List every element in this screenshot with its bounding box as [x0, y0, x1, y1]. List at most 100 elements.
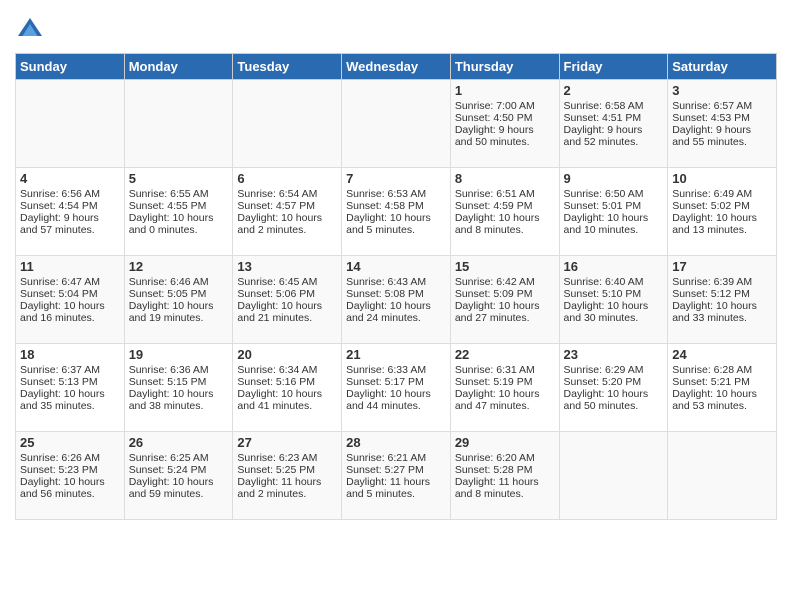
- cell-content-line: and 50 minutes.: [455, 136, 555, 148]
- cell-content-line: and 8 minutes.: [455, 224, 555, 236]
- cell-content-line: Sunset: 5:05 PM: [129, 288, 229, 300]
- calendar-week-row: 18Sunrise: 6:37 AMSunset: 5:13 PMDayligh…: [16, 344, 777, 432]
- cell-content-line: and 33 minutes.: [672, 312, 772, 324]
- calendar-cell: 28Sunrise: 6:21 AMSunset: 5:27 PMDayligh…: [342, 432, 451, 520]
- cell-content-line: Sunrise: 6:31 AM: [455, 364, 555, 376]
- cell-content-line: and 16 minutes.: [20, 312, 120, 324]
- cell-content-line: Sunset: 5:01 PM: [564, 200, 664, 212]
- calendar-header-row: SundayMondayTuesdayWednesdayThursdayFrid…: [16, 54, 777, 80]
- day-number: 1: [455, 83, 555, 98]
- calendar-cell: 18Sunrise: 6:37 AMSunset: 5:13 PMDayligh…: [16, 344, 125, 432]
- cell-content-line: and 57 minutes.: [20, 224, 120, 236]
- calendar-cell: 25 Sunrise: 6:26 AMSunset: 5:23 PMDayligh…: [16, 432, 125, 520]
- calendar-week-row: 25Sunrise: 6:26 AMSunset: 5:23 PMDayligh…: [16, 432, 777, 520]
- day-of-week-header: Thursday: [450, 54, 559, 80]
- calendar-cell: 9Sunrise: 6:50 AMSunset: 5:01 PMDaylight…: [559, 168, 668, 256]
- calendar-cell: 12Sunrise: 6:46 AMSunset: 5:05 PMDayligh…: [124, 256, 233, 344]
- cell-content-line: Sunrise: 6:34 AM: [237, 364, 337, 376]
- cell-content-line: Sunrise: 6:56 AM: [20, 188, 120, 200]
- cell-content-line: Sunset: 5:21 PM: [672, 376, 772, 388]
- cell-content-line: Sunrise: 6:46 AM: [129, 276, 229, 288]
- cell-content-line: and 10 minutes.: [564, 224, 664, 236]
- calendar-week-row: 4Sunrise: 6:56 AMSunset: 4:54 PMDaylight…: [16, 168, 777, 256]
- day-number: 3: [672, 83, 772, 98]
- cell-content-line: Sunrise: 6:33 AM: [346, 364, 446, 376]
- cell-content-line: Sunrise: 6:45 AM: [237, 276, 337, 288]
- cell-content-line: and 5 minutes.: [346, 488, 446, 500]
- cell-content-line: and 38 minutes.: [129, 400, 229, 412]
- cell-content-line: Sunrise: 6:26 AM: [20, 452, 120, 464]
- calendar-cell: 23Sunrise: 6:29 AMSunset: 5:20 PMDayligh…: [559, 344, 668, 432]
- cell-content-line: Daylight: 10 hours: [564, 388, 664, 400]
- day-number: 28: [346, 435, 446, 450]
- day-number: 25: [20, 435, 120, 450]
- cell-content-line: Daylight: 10 hours: [455, 388, 555, 400]
- cell-content-line: Sunrise: 6:39 AM: [672, 276, 772, 288]
- cell-content-line: and 30 minutes.: [564, 312, 664, 324]
- cell-content-line: Sunrise: 6:57 AM: [672, 100, 772, 112]
- calendar-cell: 6Sunrise: 6:54 AMSunset: 4:57 PMDaylight…: [233, 168, 342, 256]
- cell-content-line: Sunset: 4:51 PM: [564, 112, 664, 124]
- calendar-week-row: 11Sunrise: 6:47 AMSunset: 5:04 PMDayligh…: [16, 256, 777, 344]
- cell-content-line: Sunset: 5:16 PM: [237, 376, 337, 388]
- cell-content-line: Daylight: 10 hours: [346, 300, 446, 312]
- day-of-week-header: Friday: [559, 54, 668, 80]
- cell-content-line: Sunrise: 6:58 AM: [564, 100, 664, 112]
- calendar-cell: 13Sunrise: 6:45 AMSunset: 5:06 PMDayligh…: [233, 256, 342, 344]
- cell-content-line: Sunrise: 6:54 AM: [237, 188, 337, 200]
- cell-content-line: Daylight: 9 hours: [672, 124, 772, 136]
- cell-content-line: and 44 minutes.: [346, 400, 446, 412]
- calendar-cell: 14Sunrise: 6:43 AMSunset: 5:08 PMDayligh…: [342, 256, 451, 344]
- calendar-cell: [668, 432, 777, 520]
- day-of-week-header: Monday: [124, 54, 233, 80]
- cell-content-line: Sunrise: 6:49 AM: [672, 188, 772, 200]
- day-number: 13: [237, 259, 337, 274]
- calendar-cell: 1Sunrise: 7:00 AMSunset: 4:50 PMDaylight…: [450, 80, 559, 168]
- day-number: 7: [346, 171, 446, 186]
- cell-content-line: Sunset: 5:27 PM: [346, 464, 446, 476]
- calendar-cell: 4Sunrise: 6:56 AMSunset: 4:54 PMDaylight…: [16, 168, 125, 256]
- cell-content-line: Sunset: 4:54 PM: [20, 200, 120, 212]
- day-of-week-header: Tuesday: [233, 54, 342, 80]
- calendar-cell: [342, 80, 451, 168]
- cell-content-line: Sunrise: 6:23 AM: [237, 452, 337, 464]
- cell-content-line: Daylight: 10 hours: [672, 388, 772, 400]
- calendar-week-row: 1Sunrise: 7:00 AMSunset: 4:50 PMDaylight…: [16, 80, 777, 168]
- cell-content-line: Sunrise: 6:37 AM: [20, 364, 120, 376]
- cell-content-line: and 27 minutes.: [455, 312, 555, 324]
- cell-content-line: Sunrise: 6:42 AM: [455, 276, 555, 288]
- cell-content-line: Sunset: 5:23 PM: [20, 464, 120, 476]
- cell-content-line: Daylight: 10 hours: [346, 212, 446, 224]
- cell-content-line: Sunset: 5:17 PM: [346, 376, 446, 388]
- calendar-cell: 17Sunrise: 6:39 AMSunset: 5:12 PMDayligh…: [668, 256, 777, 344]
- cell-content-line: and 59 minutes.: [129, 488, 229, 500]
- calendar-cell: [124, 80, 233, 168]
- calendar-cell: 20Sunrise: 6:34 AMSunset: 5:16 PMDayligh…: [233, 344, 342, 432]
- cell-content-line: Daylight: 9 hours: [455, 124, 555, 136]
- cell-content-line: Daylight: 10 hours: [564, 212, 664, 224]
- calendar-cell: 7 Sunrise: 6:53 AMSunset: 4:58 PMDaylight…: [342, 168, 451, 256]
- cell-content-line: Daylight: 10 hours: [237, 212, 337, 224]
- cell-content-line: Sunset: 4:58 PM: [346, 200, 446, 212]
- day-of-week-header: Wednesday: [342, 54, 451, 80]
- calendar-cell: 10Sunrise: 6:49 AMSunset: 5:02 PMDayligh…: [668, 168, 777, 256]
- cell-content-line: and 47 minutes.: [455, 400, 555, 412]
- cell-content-line: Sunset: 5:08 PM: [346, 288, 446, 300]
- cell-content-line: and 19 minutes.: [129, 312, 229, 324]
- cell-content-line: Sunrise: 6:29 AM: [564, 364, 664, 376]
- cell-content-line: Sunrise: 6:53 AM: [346, 188, 446, 200]
- cell-content-line: Sunrise: 6:51 AM: [455, 188, 555, 200]
- day-number: 21: [346, 347, 446, 362]
- day-number: 27: [237, 435, 337, 450]
- cell-content-line: Daylight: 10 hours: [20, 476, 120, 488]
- cell-content-line: Daylight: 10 hours: [20, 300, 120, 312]
- cell-content-line: Sunrise: 6:20 AM: [455, 452, 555, 464]
- cell-content-line: Daylight: 11 hours: [455, 476, 555, 488]
- cell-content-line: Sunset: 5:13 PM: [20, 376, 120, 388]
- cell-content-line: Sunset: 4:55 PM: [129, 200, 229, 212]
- cell-content-line: Daylight: 10 hours: [129, 388, 229, 400]
- cell-content-line: Sunset: 5:24 PM: [129, 464, 229, 476]
- cell-content-line: Sunrise: 6:21 AM: [346, 452, 446, 464]
- calendar-cell: 26Sunrise: 6:25 AMSunset: 5:24 PMDayligh…: [124, 432, 233, 520]
- cell-content-line: Daylight: 10 hours: [129, 212, 229, 224]
